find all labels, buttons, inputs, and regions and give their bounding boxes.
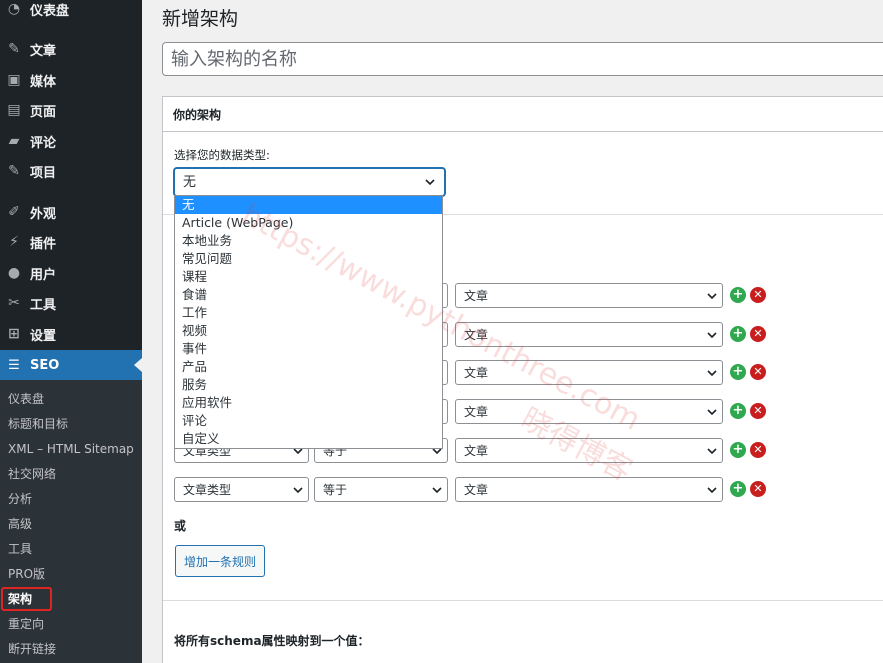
admin-sidebar: ◔ 仪表盘 ✎ 文章 ▣ 媒体 ▤ 页面 ▰ 评论 ✎ 项目 ✐ 外观 ⚡ 插件 ● 用户 ✂ 工具… xyxy=(0,0,142,663)
menu-posts[interactable]: ✎ 文章 xyxy=(0,34,142,64)
page-title: 新增架构 xyxy=(162,8,239,30)
submenu-analytics[interactable]: 分析 xyxy=(8,489,32,509)
dashboard-icon: ◔ xyxy=(7,1,21,17)
remove-condition-icon[interactable]: ✕ xyxy=(750,403,766,419)
pin-icon: ✎ xyxy=(8,163,20,179)
datatype-option[interactable]: 视频 xyxy=(175,322,442,340)
remove-condition-icon[interactable]: ✕ xyxy=(750,442,766,458)
add-condition-icon[interactable]: + xyxy=(730,326,746,342)
menu-comments[interactable]: ▰ 评论 xyxy=(0,126,142,156)
add-condition-icon[interactable]: + xyxy=(730,287,746,303)
rule-value-select[interactable]: 文章 xyxy=(455,360,723,385)
add-condition-icon[interactable]: + xyxy=(730,442,746,458)
submenu-dashboard[interactable]: 仪表盘 xyxy=(8,389,44,409)
datatype-option[interactable]: 自定义 xyxy=(175,430,442,448)
schema-name-input[interactable] xyxy=(162,42,883,76)
datatype-option[interactable]: 应用软件 xyxy=(175,394,442,412)
menu-users[interactable]: ● 用户 xyxy=(0,258,142,288)
rule-value-select[interactable]: 文章 xyxy=(455,399,723,424)
datatype-dropdown-list: 无 Article (WebPage) 本地业务 常见问题 课程 食谱 工作 视频 事件 产品 服务… xyxy=(174,195,443,449)
menu-media[interactable]: ▣ 媒体 xyxy=(0,65,142,95)
submenu-redirections[interactable]: 重定向 xyxy=(8,614,44,634)
rule-value-select[interactable]: 文章 xyxy=(455,438,723,463)
menu-appearance[interactable]: ✐ 外观 xyxy=(0,197,142,227)
add-rule-button[interactable]: 增加一条规则 xyxy=(175,545,265,577)
rule-value-select[interactable]: 文章 xyxy=(455,322,723,347)
add-condition-icon[interactable]: + xyxy=(730,403,746,419)
datatype-option[interactable]: 事件 xyxy=(175,340,442,358)
datatype-option[interactable]: 常见问题 xyxy=(175,250,442,268)
map-all-label: 将所有schema属性映射到一个值： xyxy=(174,634,370,648)
submenu-broken-links[interactable]: 断开链接 xyxy=(8,639,56,659)
rule-operator-select[interactable]: 等于 xyxy=(314,477,448,502)
seo-icon: ☰ xyxy=(8,357,20,373)
datatype-option[interactable]: Article (WebPage) xyxy=(175,214,442,232)
datatype-option[interactable]: 食谱 xyxy=(175,286,442,304)
comment-icon: ▰ xyxy=(8,133,20,149)
divider xyxy=(163,600,883,601)
remove-condition-icon[interactable]: ✕ xyxy=(750,481,766,497)
user-icon: ● xyxy=(7,265,21,281)
datatype-option[interactable]: 产品 xyxy=(175,358,442,376)
datatype-option[interactable]: 评论 xyxy=(175,412,442,430)
submenu-pro[interactable]: PRO版 xyxy=(8,564,45,584)
postbox-title: 你的架构 xyxy=(163,97,883,132)
datatype-label: 选择您的数据类型: xyxy=(174,148,270,162)
add-condition-icon[interactable]: + xyxy=(730,364,746,380)
settings-icon: ⊞ xyxy=(8,326,20,342)
datatype-select[interactable]: 无 xyxy=(174,168,445,196)
seo-submenu: 仪表盘 标题和目标 XML – HTML Sitemap 社交网络 分析 高级 … xyxy=(0,380,142,663)
datatype-option[interactable]: 本地业务 xyxy=(175,232,442,250)
remove-condition-icon[interactable]: ✕ xyxy=(750,287,766,303)
menu-pages[interactable]: ▤ 页面 xyxy=(0,95,142,125)
datatype-option[interactable]: 课程 xyxy=(175,268,442,286)
datatype-option[interactable]: 工作 xyxy=(175,304,442,322)
highlight-annotation xyxy=(1,587,52,611)
remove-condition-icon[interactable]: ✕ xyxy=(750,326,766,342)
submenu-sitemap[interactable]: XML – HTML Sitemap xyxy=(8,439,134,459)
menu-projects[interactable]: ✎ 项目 xyxy=(0,156,142,186)
or-label: 或 xyxy=(174,519,187,533)
menu-plugins[interactable]: ⚡ 插件 xyxy=(0,227,142,257)
submenu-tools[interactable]: 工具 xyxy=(8,539,32,559)
pin-icon: ✎ xyxy=(8,41,20,57)
remove-condition-icon[interactable]: ✕ xyxy=(750,364,766,380)
datatype-option[interactable]: 服务 xyxy=(175,376,442,394)
page-icon: ▤ xyxy=(7,102,21,118)
brush-icon: ✐ xyxy=(8,204,20,220)
rule-value-select[interactable]: 文章 xyxy=(455,283,723,308)
submenu-titles[interactable]: 标题和目标 xyxy=(8,414,68,434)
menu-dashboard[interactable]: ◔ 仪表盘 xyxy=(0,0,142,24)
plugin-icon: ⚡ xyxy=(9,234,19,250)
menu-seo[interactable]: ☰ SEO xyxy=(0,350,142,380)
rule-param-select[interactable]: 文章类型 xyxy=(174,477,309,502)
menu-settings[interactable]: ⊞ 设置 xyxy=(0,319,142,349)
datatype-option[interactable]: 无 xyxy=(175,196,442,214)
add-condition-icon[interactable]: + xyxy=(730,481,746,497)
menu-tools[interactable]: ✂ 工具 xyxy=(0,288,142,318)
wrench-icon: ✂ xyxy=(8,295,20,311)
submenu-advanced[interactable]: 高级 xyxy=(8,514,32,534)
submenu-social[interactable]: 社交网络 xyxy=(8,464,56,484)
media-icon: ▣ xyxy=(7,72,21,88)
rule-value-select[interactable]: 文章 xyxy=(455,477,723,502)
